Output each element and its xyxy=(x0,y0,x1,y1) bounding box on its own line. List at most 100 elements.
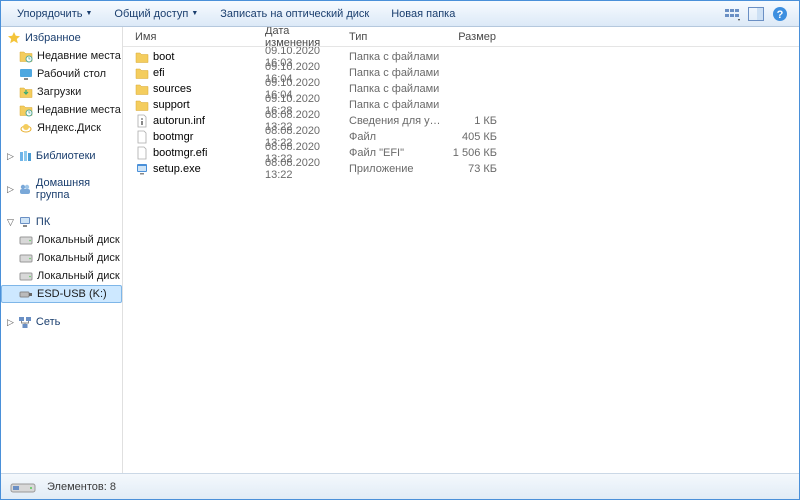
file-name: support xyxy=(153,99,190,111)
toolbar: Упорядочить▼ Общий доступ▼ Записать на о… xyxy=(1,1,799,27)
sidebar-item-selected[interactable]: ESD-USB (K:) xyxy=(1,285,122,303)
homegroup-header[interactable]: ▷Домашняя группа xyxy=(1,175,122,203)
file-size: 1 506 КБ xyxy=(443,147,503,159)
file-type: Приложение xyxy=(343,163,443,175)
file-row[interactable]: sources09.10.2020 16:04Папка с файлами xyxy=(123,81,799,97)
nav-sidebar[interactable]: Избранное Недавние места Рабочий стол Загр… xyxy=(1,27,123,473)
computer-group: ▽ ПК Локальный диск (C Локальный диск (D Ло… xyxy=(1,213,122,303)
help-icon[interactable]: ? xyxy=(771,5,789,23)
file-row[interactable]: boot09.10.2020 16:03Папка с файлами xyxy=(123,49,799,65)
file-name: autorun.inf xyxy=(153,115,205,127)
exe-icon xyxy=(135,162,149,176)
computer-label: ПК xyxy=(36,216,50,228)
file-row[interactable]: autorun.inf08.08.2020 13:22Сведения для … xyxy=(123,113,799,129)
network-header[interactable]: ▷ Сеть xyxy=(1,313,122,331)
sidebar-item-label: Недавние места xyxy=(37,50,121,62)
sidebar-item[interactable]: Локальный диск (D xyxy=(1,249,122,267)
newfolder-label: Новая папка xyxy=(391,8,455,20)
file-type: Файл xyxy=(343,131,443,143)
desktop-icon xyxy=(19,67,33,81)
ydisk-icon xyxy=(19,121,33,135)
expand-icon: ▷ xyxy=(7,317,14,328)
file-name: efi xyxy=(153,67,165,79)
file-type: Папка с файлами xyxy=(343,67,443,79)
network-label: Сеть xyxy=(36,316,60,328)
folder-icon xyxy=(135,98,149,112)
file-type: Файл "EFI" xyxy=(343,147,443,159)
organize-button[interactable]: Упорядочить▼ xyxy=(7,5,102,23)
burn-label: Записать на оптический диск xyxy=(220,8,369,20)
view-icon[interactable] xyxy=(723,5,741,23)
column-date[interactable]: Дата изменения xyxy=(259,27,343,49)
expand-icon: ▷ xyxy=(7,184,14,195)
toolbar-right-icons: ? xyxy=(723,5,793,23)
explorer-window: Упорядочить▼ Общий доступ▼ Записать на о… xyxy=(0,0,800,500)
computer-icon xyxy=(18,215,32,229)
sidebar-item[interactable]: Локальный диск (E xyxy=(1,267,122,285)
homegroup-group: ▷Домашняя группа xyxy=(1,175,122,203)
libraries-icon xyxy=(18,149,32,163)
file-row[interactable]: bootmgr08.08.2020 13:22Файл405 КБ xyxy=(123,129,799,145)
collapse-icon: ▽ xyxy=(7,217,14,228)
svg-text:?: ? xyxy=(777,9,784,21)
homegroup-icon xyxy=(18,182,32,196)
file-size: 1 КБ xyxy=(443,115,503,127)
sidebar-item-label: Недавние места xyxy=(37,104,121,116)
file-size: 73 КБ xyxy=(443,163,503,175)
sidebar-item-label: Рабочий стол xyxy=(37,68,106,80)
burn-button[interactable]: Записать на оптический диск xyxy=(210,5,379,23)
file-icon xyxy=(135,130,149,144)
folder-icon xyxy=(135,50,149,64)
sidebar-item[interactable]: Недавние места xyxy=(1,47,122,65)
column-name[interactable]: Имя xyxy=(129,31,259,43)
chevron-down-icon: ▼ xyxy=(191,10,198,17)
file-row[interactable]: setup.exe08.08.2020 13:22Приложение73 КБ xyxy=(123,161,799,177)
sidebar-item[interactable]: Загрузки xyxy=(1,83,122,101)
hdd-icon xyxy=(19,269,33,283)
sidebar-item-label: ESD-USB (K:) xyxy=(37,288,107,300)
sidebar-item-label: Локальный диск (D xyxy=(37,252,122,264)
recent-icon xyxy=(19,103,33,117)
file-row[interactable]: support09.10.2020 16:28Папка с файлами xyxy=(123,97,799,113)
file-date: 08.08.2020 13:22 xyxy=(259,157,343,181)
column-size[interactable]: Размер xyxy=(443,31,503,43)
sidebar-item-label: Загрузки xyxy=(37,86,81,98)
file-type: Папка с файлами xyxy=(343,83,443,95)
expand-icon: ▷ xyxy=(7,151,14,162)
libraries-label: Библиотеки xyxy=(36,150,96,162)
organize-label: Упорядочить xyxy=(17,8,82,20)
star-icon xyxy=(7,31,21,45)
favorites-label: Избранное xyxy=(25,32,81,44)
share-button[interactable]: Общий доступ▼ xyxy=(104,5,208,23)
sidebar-item[interactable]: Недавние места xyxy=(1,101,122,119)
sidebar-item-label: Локальный диск (E xyxy=(37,270,122,282)
file-size: 405 КБ xyxy=(443,131,503,143)
chevron-down-icon: ▼ xyxy=(85,10,92,17)
file-name: bootmgr.efi xyxy=(153,147,207,159)
file-row[interactable]: efi09.10.2020 16:04Папка с файлами xyxy=(123,65,799,81)
sidebar-item-label: Яндекс.Диск xyxy=(37,122,101,134)
libraries-header[interactable]: ▷ Библиотеки xyxy=(1,147,122,165)
computer-header[interactable]: ▽ ПК xyxy=(1,213,122,231)
usb-icon xyxy=(19,287,33,301)
drive-icon xyxy=(9,478,37,496)
file-row[interactable]: bootmgr.efi08.08.2020 13:22Файл "EFI"1 5… xyxy=(123,145,799,161)
folder-icon xyxy=(135,66,149,80)
favorites-header[interactable]: Избранное xyxy=(1,29,122,47)
inf-icon xyxy=(135,114,149,128)
recent-icon xyxy=(19,49,33,63)
file-name: boot xyxy=(153,51,174,63)
downloads-icon xyxy=(19,85,33,99)
preview-pane-icon[interactable] xyxy=(747,5,765,23)
sidebar-item[interactable]: Рабочий стол xyxy=(1,65,122,83)
sidebar-item[interactable]: Яндекс.Диск xyxy=(1,119,122,137)
newfolder-button[interactable]: Новая папка xyxy=(381,5,465,23)
file-type: Папка с файлами xyxy=(343,99,443,111)
file-list[interactable]: boot09.10.2020 16:03Папка с файламиefi09… xyxy=(123,47,799,473)
network-icon xyxy=(18,315,32,329)
content-pane: Имя Дата изменения Тип Размер boot09.10.… xyxy=(123,27,799,473)
status-text: Элементов: 8 xyxy=(47,481,116,493)
column-type[interactable]: Тип xyxy=(343,31,443,43)
status-bar: Элементов: 8 xyxy=(1,473,799,499)
sidebar-item[interactable]: Локальный диск (C xyxy=(1,231,122,249)
